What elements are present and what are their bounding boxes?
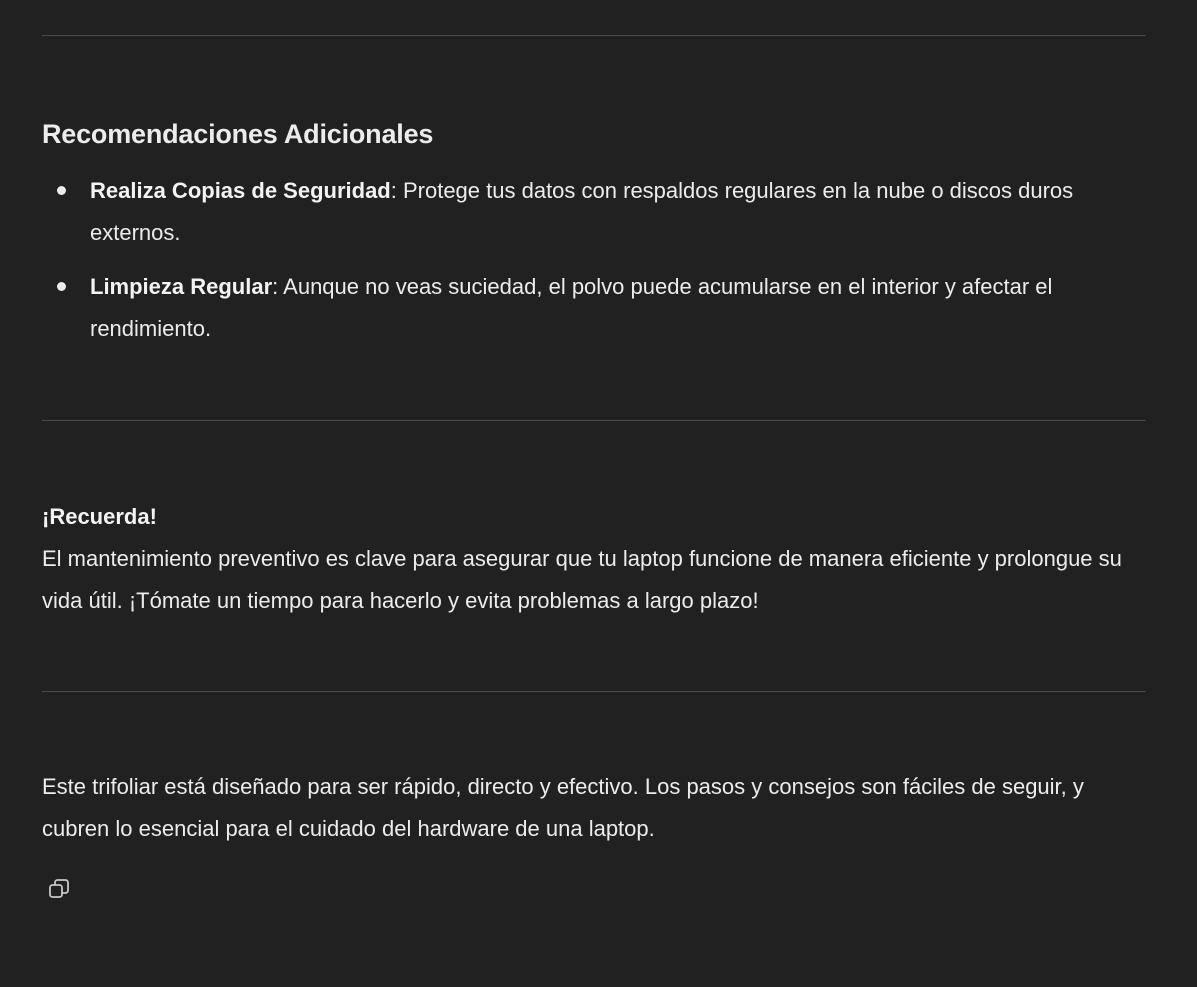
list-item: Limpieza Regular: Aunque no veas sucieda…: [42, 266, 1146, 350]
list-item-title: Realiza Copias de Seguridad: [90, 178, 391, 203]
bullet-icon: [57, 186, 66, 195]
recommendations-list: Realiza Copias de Seguridad: Protege tus…: [42, 170, 1146, 362]
reminder-paragraph: ¡Recuerda! El mantenimiento preventivo e…: [42, 496, 1146, 622]
section-heading: Recomendaciones Adicionales: [42, 119, 434, 149]
reminder-title: ¡Recuerda!: [42, 504, 157, 529]
reminder-text: El mantenimiento preventivo es clave par…: [42, 546, 1122, 613]
list-item-title: Limpieza Regular: [90, 274, 273, 299]
closing-paragraph: Este trifoliar está diseñado para ser rá…: [42, 774, 1084, 841]
list-item: Realiza Copias de Seguridad: Protege tus…: [42, 170, 1146, 254]
copy-icon: [49, 879, 69, 898]
bullet-icon: [57, 282, 66, 291]
copy-button[interactable]: [44, 874, 74, 904]
divider-bottom: [42, 691, 1146, 692]
divider-top: [42, 35, 1146, 36]
divider-middle: [42, 420, 1146, 421]
